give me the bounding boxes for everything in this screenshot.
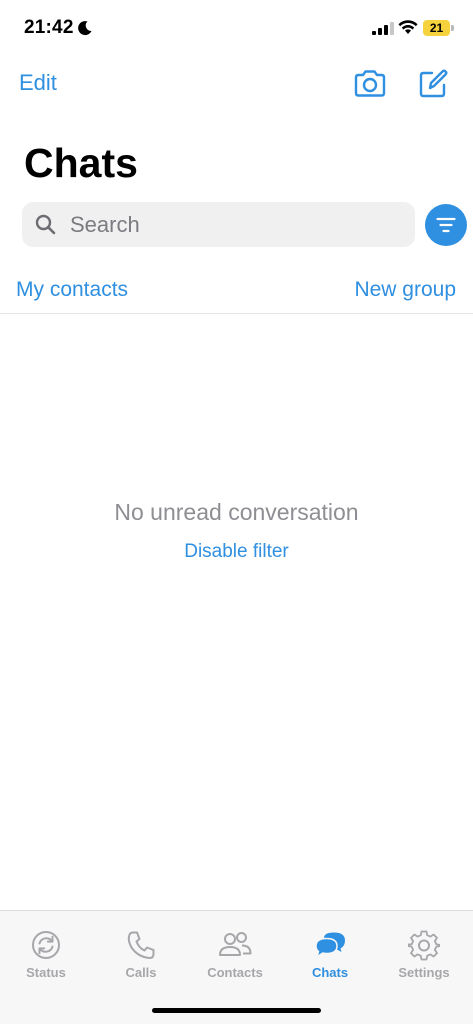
status-icon	[32, 931, 60, 959]
divider	[0, 313, 473, 314]
filter-icon	[436, 217, 456, 233]
moon-icon	[78, 21, 92, 36]
contacts-icon	[219, 932, 252, 956]
chats-screen: 21:42 21 Edit Chats Search My contacts N…	[0, 0, 473, 1024]
camera-icon	[354, 70, 386, 97]
battery-tip	[451, 25, 454, 31]
compose-button[interactable]	[417, 66, 449, 100]
home-indicator	[152, 1008, 321, 1013]
phone-icon	[127, 931, 155, 959]
tab-label: Calls	[125, 965, 157, 980]
new-group-link[interactable]: New group	[354, 278, 456, 302]
cellular-signal-icon	[372, 22, 394, 35]
battery-indicator: 21	[423, 20, 454, 36]
search-input[interactable]	[70, 202, 400, 247]
filter-button[interactable]	[425, 204, 467, 246]
battery-level: 21	[423, 20, 450, 36]
status-time: 21:42	[24, 17, 74, 38]
tab-chats[interactable]: Chats	[283, 929, 377, 989]
tab-label: Settings	[398, 965, 450, 980]
search-icon	[35, 214, 56, 235]
tab-status[interactable]: Status	[0, 929, 93, 989]
tab-bar: Status Calls Contacts Chats Settings	[0, 910, 473, 1024]
camera-button[interactable]	[352, 66, 388, 102]
tab-label: Chats	[311, 965, 349, 980]
chats-icon	[315, 932, 345, 959]
tab-label: Contacts	[207, 965, 263, 980]
disable-filter-link[interactable]: Disable filter	[0, 541, 473, 563]
compose-icon	[419, 69, 448, 98]
my-contacts-link[interactable]: My contacts	[16, 278, 128, 302]
tab-settings[interactable]: Settings	[377, 929, 471, 989]
tab-calls[interactable]: Calls	[94, 929, 188, 989]
edit-button[interactable]: Edit	[19, 70, 57, 96]
search-bar[interactable]	[22, 202, 415, 247]
wifi-icon	[398, 20, 418, 34]
tab-label: Status	[26, 965, 66, 980]
tab-contacts[interactable]: Contacts	[188, 929, 282, 989]
page-title: Chats	[24, 140, 138, 186]
gear-icon	[408, 930, 440, 961]
status-bar: 21:42 21	[0, 0, 473, 56]
empty-state-message: No unread conversation	[114, 499, 359, 525]
